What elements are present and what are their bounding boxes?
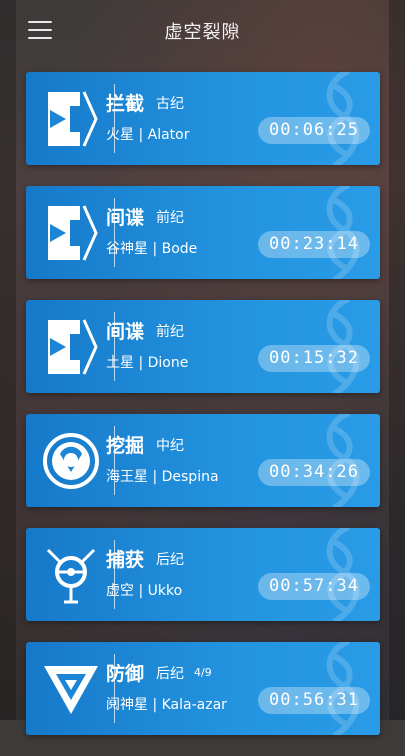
mission-type: 间谍 (106, 207, 145, 229)
mission-location: 土星 | Dione (106, 355, 189, 371)
background-edge-right (389, 0, 405, 720)
mission-timer: 00:23:14 (258, 231, 370, 258)
excavation-icon (43, 433, 99, 489)
mission-era: 古纪 (156, 96, 184, 112)
mission-card[interactable]: 防御 后纪 4/9 阋神星 | Kala-azar 00:56:31 (26, 642, 380, 735)
top-bar: 虚空裂隙 (0, 0, 405, 60)
mission-card[interactable]: 拦截 古纪 火星 | Alator 00:06:25 (26, 72, 380, 165)
mission-card[interactable]: 捕获 后纪 虚空 | Ukko 00:57:34 (26, 528, 380, 621)
mission-timer: 00:57:34 (258, 573, 370, 600)
capture-icon (46, 548, 96, 604)
mission-progress: 4/9 (194, 666, 212, 679)
mission-type: 防御 (106, 663, 145, 685)
mission-card[interactable]: 挖掘 中纪 海王星 | Despina 00:34:26 (26, 414, 380, 507)
mission-type: 挖掘 (106, 435, 145, 457)
spy-icon (48, 319, 98, 375)
mission-era: 前纪 (156, 324, 184, 340)
mission-era: 中纪 (156, 438, 184, 454)
interception-icon (48, 91, 98, 147)
mission-list: 拦截 古纪 火星 | Alator 00:06:25 间谍 前纪 谷神星 | B… (26, 72, 380, 756)
mission-location: 阋神星 | Kala-azar (106, 697, 227, 713)
mission-location: 海王星 | Despina (106, 469, 219, 485)
defense-icon (44, 666, 98, 714)
mission-type: 捕获 (106, 549, 145, 571)
mission-era: 前纪 (156, 210, 184, 226)
mission-location: 虚空 | Ukko (106, 583, 183, 599)
page-title: 虚空裂隙 (164, 22, 241, 43)
mission-era: 后纪 (156, 552, 184, 568)
mission-card[interactable]: 间谍 前纪 谷神星 | Bode 00:23:14 (26, 186, 380, 279)
mission-location: 火星 | Alator (106, 127, 190, 143)
mission-timer: 00:06:25 (258, 117, 370, 144)
mission-type: 间谍 (106, 321, 145, 343)
background-edge-left (0, 0, 16, 720)
mission-card[interactable]: 间谍 前纪 土星 | Dione 00:15:32 (26, 300, 380, 393)
mission-timer: 00:56:31 (258, 687, 370, 714)
mission-timer: 00:34:26 (258, 459, 370, 486)
mission-type: 拦截 (106, 93, 145, 115)
spy-icon (48, 205, 98, 261)
mission-timer: 00:15:32 (258, 345, 370, 372)
mission-era: 后纪 (156, 666, 184, 682)
mission-location: 谷神星 | Bode (106, 241, 198, 257)
